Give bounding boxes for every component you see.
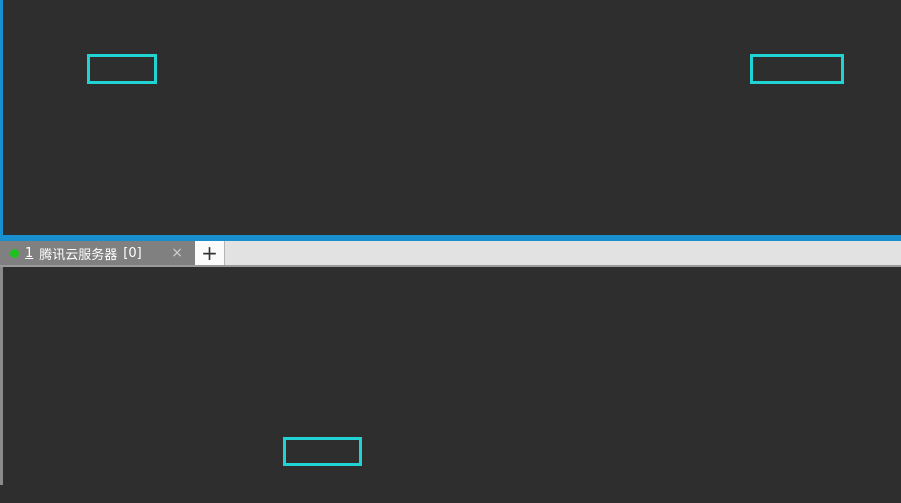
terminal-tab-bar: 1 腾讯云服务器 [0] × + bbox=[0, 238, 901, 267]
top-terminal-screen[interactable]: [wyt@VM-20-4-centos TEST]$ ps axj | head… bbox=[3, 0, 901, 235]
terminal-line: -rw-rw-r-- 1 wyt wyt 61 Mar 6 23:01 Make… bbox=[7, 478, 901, 485]
window-bottom-strip bbox=[0, 485, 901, 500]
tab-tencent-cloud-server[interactable]: 1 腾讯云服务器 [0] × bbox=[0, 241, 195, 265]
tab-title-label: 腾讯云服务器 bbox=[39, 247, 118, 263]
top-terminal-pane[interactable]: [wyt@VM-20-4-centos TEST]$ ps axj | head… bbox=[0, 0, 901, 238]
close-icon[interactable]: × bbox=[161, 246, 187, 260]
bottom-terminal-screen[interactable]: [wyt@VM-20-4-centos TEST]$ ll total 20 -… bbox=[3, 267, 901, 485]
tab-index-label: 1 bbox=[25, 245, 34, 261]
tab-suffix-label: [0] bbox=[123, 245, 142, 261]
bottom-terminal-pane[interactable]: [wyt@VM-20-4-centos TEST]$ ll total 20 -… bbox=[0, 267, 901, 485]
terminal-line: total 20 bbox=[7, 400, 901, 426]
terminal-line: PPID PID PGID SID TTY TPGID STAT UID TIM… bbox=[7, 133, 901, 159]
terminal-window: [wyt@VM-20-4-centos TEST]$ ps axj | head… bbox=[0, 0, 901, 503]
terminal-line: 32457 7806 7806 32457 pts/1 7806 S+ 1001… bbox=[7, 211, 901, 235]
terminal-line: [wyt@VM-20-4-centos TEST]$ ll bbox=[7, 322, 901, 348]
tab-bar-empty-area bbox=[225, 241, 901, 265]
terminal-line: [wyt@VM-20-4-centos TEST]$ ps axj | head… bbox=[7, 55, 901, 81]
connection-status-dot-icon bbox=[10, 248, 19, 258]
new-tab-button[interactable]: + bbox=[195, 241, 225, 265]
